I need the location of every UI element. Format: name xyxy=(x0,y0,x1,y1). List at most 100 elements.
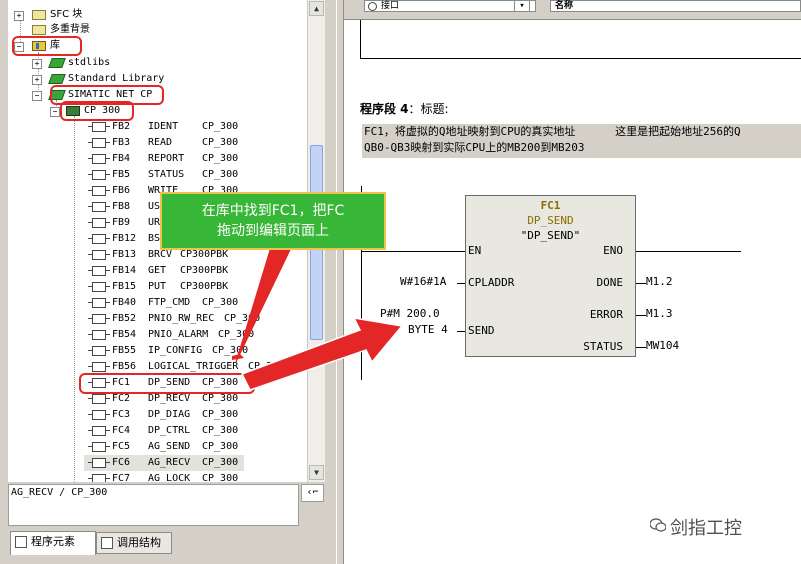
library-icon xyxy=(48,74,66,84)
block-name: PNIO_ALARM xyxy=(148,329,209,340)
block-number: FB52 xyxy=(112,313,137,324)
done-operand[interactable]: M1.2 xyxy=(646,275,673,288)
expand-icon[interactable]: + xyxy=(32,75,42,85)
header-splitter[interactable] xyxy=(344,14,801,20)
block-number: FB13 xyxy=(112,249,137,260)
cpladdr-operand[interactable]: W#16#1A xyxy=(400,275,446,288)
block-icon xyxy=(88,394,110,404)
block-icon xyxy=(88,138,110,148)
block-name: READ xyxy=(148,137,173,148)
block-icon xyxy=(88,234,110,244)
block-name: DP_DIAG xyxy=(148,409,191,420)
block-number: FB8 xyxy=(112,201,131,212)
call-structure-icon xyxy=(101,537,113,549)
block-number: FB6 xyxy=(112,185,131,196)
network-separator xyxy=(360,58,801,59)
block-family: CP_300 xyxy=(248,361,285,372)
resize-corner-icon[interactable]: ‹⌐ xyxy=(301,484,324,502)
block-name: REPORT xyxy=(148,153,185,164)
interface-field[interactable]: 接口 xyxy=(364,0,536,12)
block-icon xyxy=(88,154,110,164)
program-elements-icon xyxy=(15,536,27,548)
block-number: FB15 xyxy=(112,281,137,292)
block-icon xyxy=(88,458,110,468)
block-family: CP_300 xyxy=(202,473,239,482)
highlight-libraries xyxy=(12,36,82,56)
block-number: FB3 xyxy=(112,137,131,148)
error-stub xyxy=(636,315,646,316)
block-family: CP_300 xyxy=(202,441,239,452)
block-name: IP_CONFIG xyxy=(148,345,203,356)
instruction-callout: 在库中找到FC1，把FC 拖动到编辑页面上 xyxy=(160,192,386,250)
tab-program-elements[interactable]: 程序元素 xyxy=(10,531,96,555)
pin-en: EN xyxy=(468,244,482,257)
send-operand-line2[interactable]: BYTE 4 xyxy=(408,323,448,336)
block-icon xyxy=(88,330,110,340)
selection-status-box: AG_RECV / CP_300 xyxy=(8,484,299,526)
block-family: CP300PBK xyxy=(180,265,229,276)
block-family: CP_300 xyxy=(224,313,261,324)
cpladdr-stub xyxy=(457,283,465,284)
block-number: FB12 xyxy=(112,233,137,244)
block-name: FTP_CMD xyxy=(148,297,191,308)
wechat-icon xyxy=(649,518,667,532)
pin-done: DONE xyxy=(596,276,624,289)
block-name: GET xyxy=(148,265,167,276)
fc1-block[interactable]: FC1 DP_SEND "DP_SEND" EN CPLADDR SEND EN… xyxy=(465,195,636,357)
network-comment[interactable]: FC1，将虚拟的Q地址映射到CPU的真实地址 这里是把起始地址256的Q QB0… xyxy=(362,124,801,158)
block-family: CP_300 xyxy=(212,345,249,356)
block-name: STATUS xyxy=(148,169,185,180)
interface-icon xyxy=(368,2,377,11)
block-number: FB9 xyxy=(112,217,131,228)
error-operand[interactable]: M1.3 xyxy=(646,307,673,320)
block-name: DP_CTRL xyxy=(148,425,191,436)
block-icon xyxy=(88,218,110,228)
block-icon xyxy=(88,298,110,308)
block-icon xyxy=(88,346,110,356)
pin-status: STATUS xyxy=(583,340,623,353)
eno-wire xyxy=(636,251,741,252)
pane-splitter[interactable] xyxy=(336,0,344,564)
block-icon xyxy=(88,314,110,324)
name-column-header[interactable]: 名称 xyxy=(550,0,801,12)
library-icon xyxy=(48,58,66,68)
block-type: DP_SEND xyxy=(527,214,574,227)
block-item-fc6[interactable]: FC6 AG_RECV CP_300 xyxy=(84,455,244,471)
tree-node-stdlibs[interactable]: + stdlibs xyxy=(32,55,110,71)
network-title[interactable]: 程序段 4：标题: xyxy=(360,100,449,117)
block-family: CP_300 xyxy=(202,121,239,132)
pin-error: ERROR xyxy=(589,308,623,321)
block-family: CP_300 xyxy=(202,169,239,180)
dropdown-icon[interactable]: ▾ xyxy=(514,0,530,12)
block-name: AG_RECV xyxy=(148,457,191,468)
highlight-fc1 xyxy=(79,373,255,394)
folder-icon xyxy=(32,25,46,35)
previous-network-rail xyxy=(360,20,361,58)
block-name: PNIO_RW_REC xyxy=(148,313,215,324)
block-icon xyxy=(88,122,110,132)
tree-node-sfc[interactable]: + SFC 块 xyxy=(14,7,82,23)
en-wire xyxy=(361,251,465,252)
block-family: CP_300 xyxy=(202,457,239,468)
collapse-icon[interactable]: − xyxy=(50,107,60,117)
send-operand-line1[interactable]: P#M 200.0 xyxy=(380,307,440,320)
block-number: FC7 xyxy=(112,473,131,482)
scroll-up-icon[interactable]: ▲ xyxy=(309,1,324,16)
ladder-editor: 接口 ▾ 名称 程序段 4：标题: FC1，将虚拟的Q地址映射到CPU的真实地址… xyxy=(344,0,801,564)
done-stub xyxy=(636,283,646,284)
watermark: 剑指工控 xyxy=(670,518,742,539)
collapse-icon[interactable]: − xyxy=(32,91,42,101)
block-number: FB54 xyxy=(112,329,137,340)
block-number: FC3 xyxy=(112,409,131,420)
block-icon xyxy=(88,474,110,482)
block-name: AG_LOCK xyxy=(148,473,191,482)
send-stub xyxy=(457,331,465,332)
scroll-down-icon[interactable]: ▼ xyxy=(309,465,324,480)
block-name: IDENT xyxy=(148,121,179,132)
expand-icon[interactable]: + xyxy=(32,59,42,69)
block-family: CP_300 xyxy=(218,329,255,340)
block-number: FB40 xyxy=(112,297,137,308)
status-operand[interactable]: MW104 xyxy=(646,339,679,352)
expand-icon[interactable]: + xyxy=(14,11,24,21)
tab-call-structure[interactable]: 调用结构 xyxy=(96,532,172,554)
